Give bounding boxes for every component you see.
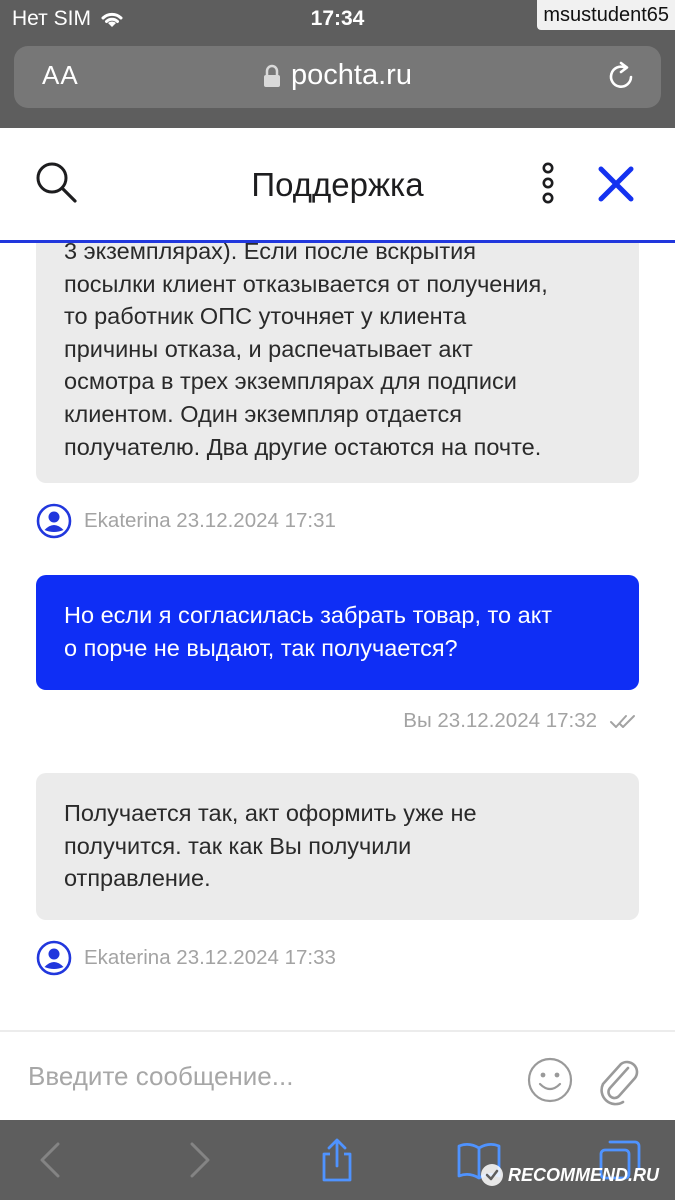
- support-header: Поддержка: [0, 128, 675, 243]
- close-icon[interactable]: [596, 164, 636, 204]
- message-text: 3 экземплярах). Если после вскрытия посы…: [64, 243, 548, 460]
- outgoing-message: Но если я согласилась забрать товар, то …: [36, 575, 639, 690]
- message-meta-text: Ekaterina 23.12.2024 17:31: [84, 509, 336, 532]
- message-meta-text: Вы 23.12.2024 17:32: [403, 709, 597, 732]
- url-display[interactable]: pochta.ru: [14, 59, 661, 92]
- page-title: Поддержка: [251, 166, 424, 203]
- browser-top-chrome: Нет SIM 17:34 msustudent65 AA pochta.ru: [0, 0, 675, 128]
- back-icon[interactable]: [30, 1138, 74, 1182]
- message-input[interactable]: [28, 1056, 498, 1096]
- incoming-message: Получается так, акт оформить уже не полу…: [36, 773, 639, 920]
- address-bar[interactable]: AA pochta.ru: [14, 46, 661, 108]
- more-vertical-icon[interactable]: [536, 162, 560, 204]
- message-composer: [0, 1030, 675, 1122]
- forward-icon[interactable]: [176, 1138, 220, 1182]
- avatar-icon: [36, 503, 72, 539]
- emoji-icon[interactable]: [526, 1056, 574, 1104]
- share-icon[interactable]: [315, 1138, 359, 1182]
- message-meta-text: Ekaterina 23.12.2024 17:33: [84, 946, 336, 969]
- message-meta: Вы 23.12.2024 17:32: [403, 709, 639, 733]
- double-check-icon: [610, 715, 635, 728]
- reload-icon[interactable]: [605, 60, 637, 92]
- recommend-watermark-text: RECOMMEND.RU: [508, 1164, 659, 1185]
- chat-messages[interactable]: 3 экземплярах). Если после вскрытия посы…: [0, 243, 675, 1030]
- message-meta: Ekaterina 23.12.2024 17:33: [36, 940, 336, 976]
- browser-bottom-toolbar: [0, 1120, 675, 1200]
- recommend-watermark: RECOMMEND.RU: [480, 1162, 659, 1188]
- incoming-message: 3 экземплярах). Если после вскрытия посы…: [36, 243, 639, 483]
- message-text: Но если я согласилась забрать товар, то …: [64, 602, 553, 661]
- paperclip-icon[interactable]: [594, 1054, 640, 1106]
- recommend-logo-icon: [481, 1164, 503, 1186]
- user-watermark: msustudent65: [537, 0, 675, 30]
- url-text: pochta.ru: [291, 59, 412, 91]
- avatar-icon: [36, 940, 72, 976]
- message-meta: Ekaterina 23.12.2024 17:31: [36, 503, 336, 539]
- message-text: Получается так, акт оформить уже не полу…: [64, 800, 477, 892]
- lock-icon: [264, 64, 281, 87]
